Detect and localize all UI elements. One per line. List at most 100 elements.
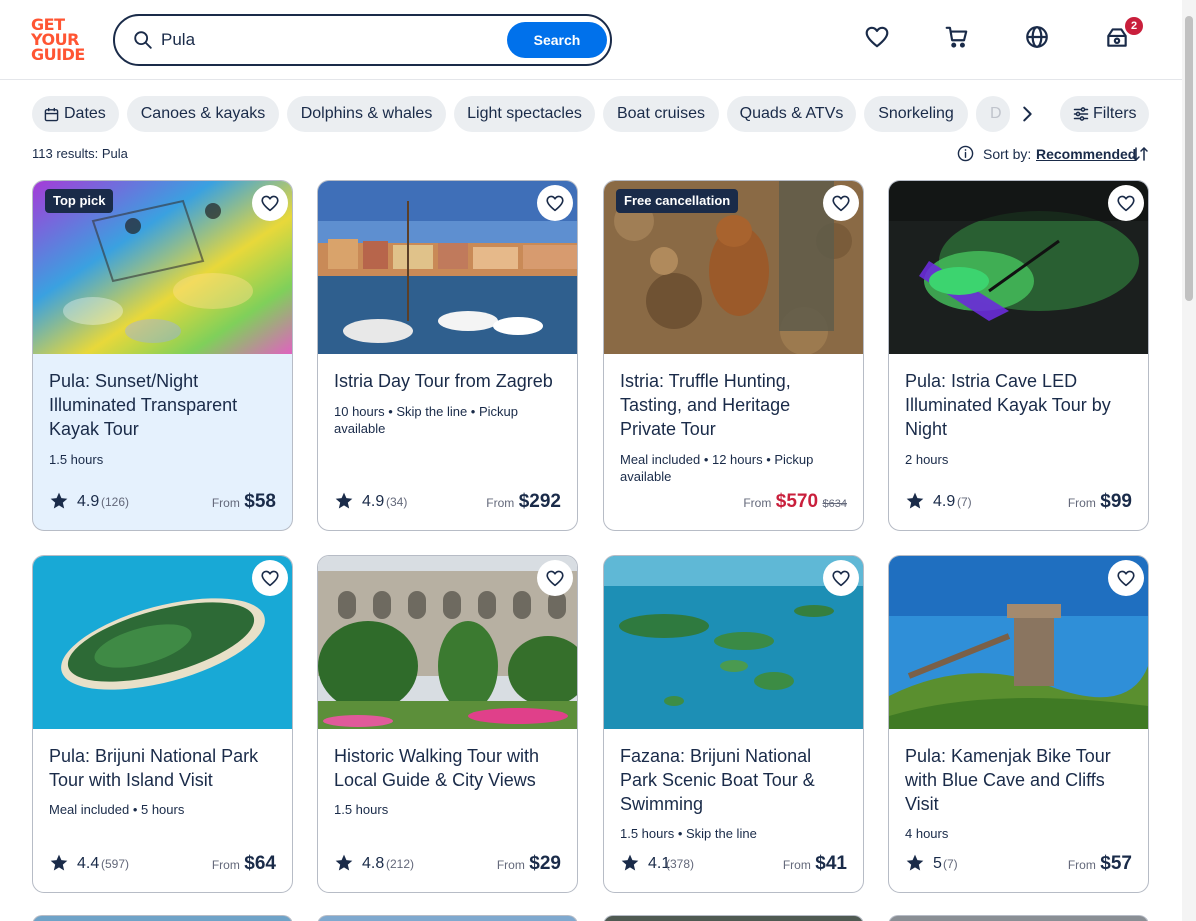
dates-chip[interactable]: Dates	[32, 96, 119, 132]
price: From $99	[1068, 491, 1132, 513]
search-bar: Search	[113, 14, 612, 66]
card-details: 10 hours • Skip the line • Pickup availa…	[334, 404, 518, 436]
add-to-wishlist-button[interactable]	[252, 560, 288, 596]
price-amount: $29	[529, 853, 561, 874]
review-count: (378)	[666, 857, 695, 871]
chip-snorkeling[interactable]: Snorkeling	[864, 96, 968, 132]
page-scrollbar[interactable]	[1182, 0, 1196, 921]
star-icon	[906, 492, 924, 509]
review-count: (212)	[386, 857, 415, 871]
next-card-preview	[603, 915, 864, 921]
original-price: $634	[822, 498, 847, 510]
add-to-wishlist-button[interactable]	[823, 185, 859, 221]
price-amount: $41	[815, 853, 847, 874]
wishlist-heart-icon[interactable]	[864, 24, 890, 50]
add-to-wishlist-button[interactable]	[537, 185, 573, 221]
activity-card[interactable]: Pula: Istria Cave LED Illuminated Kayak …	[888, 180, 1149, 531]
card-title[interactable]: Pula: Kamenjak Bike Tour with Blue Cave …	[905, 744, 1135, 816]
activity-card[interactable]: Pula: Brijuni National Park Tour with Is…	[32, 555, 293, 893]
add-to-wishlist-button[interactable]	[1108, 560, 1144, 596]
chip-truncated[interactable]: D	[976, 96, 1010, 132]
card-title[interactable]: Pula: Brijuni National Park Tour with Is…	[49, 744, 279, 792]
cart-icon[interactable]	[944, 24, 970, 50]
rating-value: 4.8	[362, 855, 385, 872]
globe-language-icon[interactable]	[1024, 24, 1050, 50]
search-input[interactable]	[161, 28, 491, 52]
price-from-label: From	[211, 858, 240, 872]
price-amount: $57	[1100, 853, 1132, 874]
dates-chip-label: Dates	[64, 105, 106, 122]
activity-card[interactable]: Top pick Pula: Sunset/Night Illuminated …	[32, 180, 293, 531]
chip-canoes-kayaks[interactable]: Canoes & kayaks	[127, 96, 279, 132]
add-to-wishlist-button[interactable]	[823, 560, 859, 596]
price-from-label: From	[1067, 858, 1096, 872]
card-details: 2 hours	[905, 452, 949, 467]
site-header: GET YOUR GUIDE Search 2	[0, 0, 1182, 80]
price: From $570 $634	[743, 491, 847, 513]
card-details: 4 hours	[905, 826, 949, 841]
getyourguide-logo[interactable]: GET YOUR GUIDE	[31, 17, 91, 63]
free-cancellation-tag: Free cancellation	[616, 189, 739, 213]
next-card-preview	[888, 915, 1149, 921]
activity-card[interactable]: Istria Day Tour from Zagreb 10 hours • S…	[317, 180, 578, 531]
price-from-label: From	[1067, 496, 1096, 510]
price-from-label: From	[782, 858, 811, 872]
price-from-label: From	[486, 496, 515, 510]
price-amount: $64	[244, 853, 276, 874]
sort-arrows-icon[interactable]	[1131, 145, 1149, 163]
heart-icon	[261, 195, 279, 212]
price-amount: $99	[1100, 491, 1132, 512]
next-card-preview	[32, 915, 293, 921]
next-card-preview	[317, 915, 578, 921]
rating-value: 4.9	[933, 493, 956, 510]
heart-icon	[1117, 570, 1135, 587]
price: From $64	[212, 853, 276, 875]
top-pick-tag: Top pick	[45, 189, 114, 213]
info-icon[interactable]	[957, 145, 974, 162]
review-count: (7)	[943, 857, 958, 871]
price: From $29	[497, 853, 561, 875]
search-button[interactable]: Search	[507, 22, 607, 58]
star-icon	[335, 854, 353, 871]
heart-icon	[261, 570, 279, 587]
star-icon	[906, 854, 924, 871]
card-title[interactable]: Fazana: Brijuni National Park Scenic Boa…	[620, 744, 850, 816]
review-count: (7)	[957, 495, 972, 509]
chip-quads-atvs[interactable]: Quads & ATVs	[727, 96, 856, 132]
activity-card[interactable]: Free cancellation Istria: Truffle Huntin…	[603, 180, 864, 531]
card-title[interactable]: Istria: Truffle Hunting, Tasting, and He…	[620, 369, 850, 441]
star-icon	[50, 492, 68, 509]
rating-value: 4.9	[362, 493, 385, 510]
chip-light-spectacles[interactable]: Light spectacles	[454, 96, 595, 132]
heart-icon	[1117, 195, 1135, 212]
rating-value: 4.4	[77, 855, 100, 872]
add-to-wishlist-button[interactable]	[252, 185, 288, 221]
sort-dropdown[interactable]: Recommended	[1036, 146, 1136, 162]
price: From $58	[212, 491, 276, 513]
add-to-wishlist-button[interactable]	[1108, 185, 1144, 221]
card-title[interactable]: Historic Walking Tour with Local Guide &…	[334, 744, 564, 792]
chevron-right-icon[interactable]	[1016, 103, 1038, 125]
heart-icon	[546, 195, 564, 212]
card-details: 1.5 hours	[49, 452, 104, 467]
card-title[interactable]: Istria Day Tour from Zagreb	[334, 369, 564, 393]
chip-dolphins-whales[interactable]: Dolphins & whales	[287, 96, 446, 132]
rating-value: 4.9	[77, 493, 100, 510]
price-amount: $292	[518, 491, 561, 512]
card-title[interactable]: Pula: Istria Cave LED Illuminated Kayak …	[905, 369, 1135, 441]
activity-card[interactable]: Historic Walking Tour with Local Guide &…	[317, 555, 578, 893]
heart-icon	[832, 195, 850, 212]
activity-card[interactable]: Fazana: Brijuni National Park Scenic Boa…	[603, 555, 864, 893]
card-details: 1.5 hours	[334, 802, 389, 817]
scrollbar-thumb[interactable]	[1185, 16, 1193, 301]
price: From $41	[783, 853, 847, 875]
add-to-wishlist-button[interactable]	[537, 560, 573, 596]
sort-label: Sort by:	[983, 146, 1032, 162]
filters-button[interactable]: Filters	[1060, 96, 1149, 132]
heart-icon	[832, 570, 850, 587]
review-count: (126)	[101, 495, 130, 509]
card-title[interactable]: Pula: Sunset/Night Illuminated Transpare…	[49, 369, 279, 441]
price: From $57	[1068, 853, 1132, 875]
chip-boat-cruises[interactable]: Boat cruises	[603, 96, 719, 132]
activity-card[interactable]: Pula: Kamenjak Bike Tour with Blue Cave …	[888, 555, 1149, 893]
